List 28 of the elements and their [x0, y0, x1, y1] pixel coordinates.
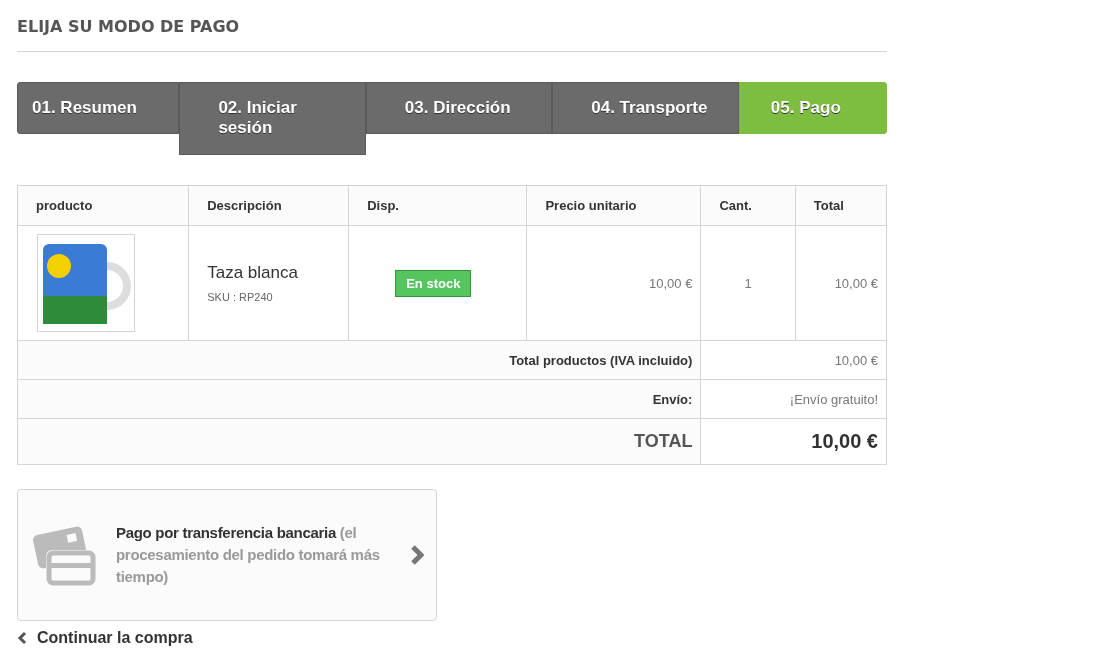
column-header: Descripción	[188, 185, 349, 226]
column-header: Total	[795, 185, 887, 226]
table-cell: 10,00 €	[526, 225, 701, 341]
summary-value: 10,00 €	[834, 352, 878, 368]
summary-value: ¡Envío gratuito!	[789, 391, 878, 407]
payment-option-text: Pago por transferencia bancaria (el procesamiento del pedido tomará más tiempo)	[116, 523, 381, 587]
checkout-step-tab[interactable]: 04. Transporte	[552, 82, 739, 134]
chevron-left-icon	[17, 631, 27, 645]
product-name[interactable]: Taza blanca	[207, 263, 341, 283]
column-header: Disp.	[348, 185, 527, 226]
product-sku: SKU : RP240	[207, 291, 274, 303]
stock-badge: En stock	[395, 269, 472, 297]
column-header: Cant.	[700, 185, 796, 226]
summary-label: TOTAL	[634, 431, 693, 451]
column-header: Precio unitario	[526, 185, 701, 226]
summary-label: Envío:	[652, 391, 693, 407]
summary-value: 10,00 €	[811, 430, 878, 452]
continue-shopping-link[interactable]: Continuar la compra	[17, 629, 193, 647]
table-cell: 1	[700, 225, 796, 341]
checkout-step-tab[interactable]: 01. Resumen	[17, 82, 180, 134]
checkout-step-tab[interactable]: 03. Dirección	[365, 82, 553, 134]
page-title: ELIJA SU MODO DE PAGO	[17, 17, 887, 52]
column-header: producto	[17, 185, 189, 226]
table-cell: 10,00 €	[795, 225, 887, 341]
summary-label: Total productos (IVA incluido)	[509, 352, 693, 368]
checkout-step-tab[interactable]: 02. Iniciar sesión	[179, 82, 366, 155]
payment-option-card[interactable]: Pago por transferencia bancaria (el procesamiento del pedido tomará más tiempo)	[17, 489, 437, 621]
chevron-right-icon	[410, 544, 424, 566]
